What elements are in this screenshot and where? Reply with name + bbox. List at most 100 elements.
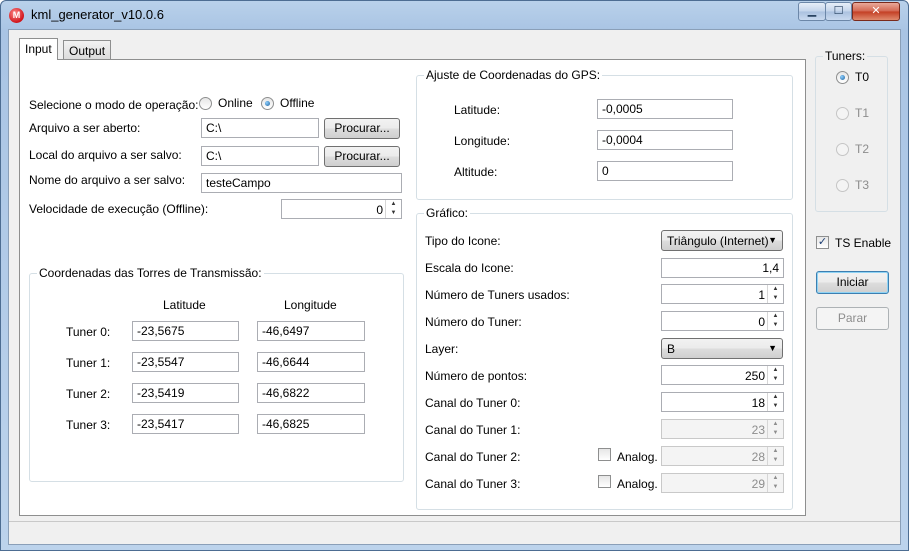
save-location-field[interactable]: C:\ — [201, 146, 319, 166]
gps-altitude-label: Altitude: — [454, 165, 498, 179]
mode-online-label: Online — [218, 96, 253, 110]
tuner0-label: Tuner 0: — [66, 325, 111, 339]
app-window: M kml_generator_v10.0.6 ▁ ☐ ✕ Input Outp… — [0, 0, 909, 551]
minimize-button[interactable]: ▁ — [798, 2, 826, 21]
channel0-value: 18 — [751, 396, 765, 410]
tab-output[interactable]: Output — [63, 40, 112, 59]
save-location-label: Local do arquivo a ser salvo: — [29, 148, 182, 162]
channel1-value: 23 — [751, 423, 765, 437]
channel3-analog-label: Analog. — [617, 477, 658, 491]
tuner2-label: Tuner 2: — [66, 387, 111, 401]
channel2-arrows: ▲ ▼ — [767, 447, 783, 465]
tuner-t2-label: T2 — [855, 142, 870, 156]
spin-down-icon[interactable]: ▼ — [768, 402, 783, 411]
channel2-analog-checkbox[interactable] — [598, 448, 611, 461]
speed-stepper-arrows[interactable]: ▲ ▼ — [385, 200, 401, 218]
tuner3-longitude-field[interactable]: -46,6825 — [257, 414, 365, 434]
channel0-arrows[interactable]: ▲ ▼ — [767, 393, 783, 411]
save-name-label: Nome do arquivo a ser salvo: — [29, 173, 186, 187]
tuner1-latitude-field[interactable]: -23,5547 — [132, 352, 239, 372]
channel2-label: Canal do Tuner 2: — [425, 450, 521, 464]
channel2-analog-label: Analog. — [617, 450, 658, 464]
spin-up-icon[interactable]: ▲ — [768, 312, 783, 321]
channel2-value: 28 — [751, 450, 765, 464]
channel3-arrows: ▲ ▼ — [767, 474, 783, 492]
spin-down-icon[interactable]: ▼ — [768, 375, 783, 384]
gps-longitude-label: Longitude: — [454, 134, 511, 148]
towers-longitude-header: Longitude — [284, 298, 337, 312]
channel1-label: Canal do Tuner 1: — [425, 423, 521, 437]
channel3-label: Canal do Tuner 3: — [425, 477, 521, 491]
layer-dropdown[interactable]: B ▼ — [661, 338, 783, 359]
mode-label: Selecione o modo de operação: — [29, 98, 199, 112]
tuner0-longitude-field[interactable]: -46,6497 — [257, 321, 365, 341]
tuner-number-label: Número do Tuner: — [425, 315, 522, 329]
gps-group: Ajuste de Coordenadas do GPS: Latitude: … — [416, 68, 793, 200]
towers-group-title: Coordenadas das Torres de Transmissão: — [37, 266, 264, 280]
start-button[interactable]: Iniciar — [816, 271, 889, 294]
tuners-group-title: Tuners: — [823, 49, 868, 63]
gps-latitude-field[interactable]: -0,0005 — [597, 99, 733, 119]
icon-type-dropdown[interactable]: Triângulo (Internet) ▼ — [661, 230, 783, 251]
open-file-label: Arquivo a ser aberto: — [29, 121, 141, 135]
tuner-t3-radio — [836, 179, 849, 192]
tuners-used-value: 1 — [758, 288, 765, 302]
ts-enable-checkbox[interactable]: ✓ — [816, 236, 829, 249]
graphic-group: Gráfico: Tipo do Icone: Triângulo (Inter… — [416, 206, 793, 510]
tuner3-latitude-field[interactable]: -23,5417 — [132, 414, 239, 434]
icon-scale-field[interactable]: 1,4 — [661, 258, 784, 278]
channel2-stepper: 28 ▲ ▼ — [661, 446, 784, 466]
tuner-t3-label: T3 — [855, 178, 870, 192]
tuners-used-stepper[interactable]: 1 ▲ ▼ — [661, 284, 784, 304]
tuners-used-arrows[interactable]: ▲ ▼ — [767, 285, 783, 303]
stop-button: Parar — [816, 307, 889, 330]
tuner1-longitude-field[interactable]: -46,6644 — [257, 352, 365, 372]
gps-altitude-field[interactable]: 0 — [597, 161, 733, 181]
gps-group-title: Ajuste de Coordenadas do GPS: — [424, 68, 603, 82]
spin-down-icon[interactable]: ▼ — [768, 321, 783, 330]
spin-up-icon[interactable]: ▲ — [768, 285, 783, 294]
spin-up-icon[interactable]: ▲ — [386, 200, 401, 209]
tuner2-longitude-field[interactable]: -46,6822 — [257, 383, 365, 403]
browse-open-button[interactable]: Procurar... — [324, 118, 400, 139]
save-name-field[interactable]: testeCampo — [201, 173, 402, 193]
icon-type-value: Triângulo (Internet) — [667, 234, 769, 248]
speed-stepper[interactable]: 0 ▲ ▼ — [281, 199, 402, 219]
maximize-button[interactable]: ☐ — [825, 2, 852, 21]
channel0-label: Canal do Tuner 0: — [425, 396, 521, 410]
towers-latitude-header: Latitude — [163, 298, 206, 312]
tuner-number-arrows[interactable]: ▲ ▼ — [767, 312, 783, 330]
tuner0-latitude-field[interactable]: -23,5675 — [132, 321, 239, 341]
channel3-stepper: 29 ▲ ▼ — [661, 473, 784, 493]
spin-up-icon[interactable]: ▲ — [768, 393, 783, 402]
chevron-down-icon: ▼ — [768, 235, 777, 245]
browse-save-button[interactable]: Procurar... — [324, 146, 400, 167]
channel0-stepper[interactable]: 18 ▲ ▼ — [661, 392, 784, 412]
title-bar[interactable]: M kml_generator_v10.0.6 ▁ ☐ ✕ — [1, 1, 908, 29]
tuner3-label: Tuner 3: — [66, 418, 111, 432]
icon-type-label: Tipo do Icone: — [425, 234, 501, 248]
spin-down-icon: ▼ — [772, 430, 779, 436]
ts-enable-label: TS Enable — [835, 236, 892, 250]
spin-down-icon[interactable]: ▼ — [768, 294, 783, 303]
channel3-analog-checkbox[interactable] — [598, 475, 611, 488]
close-button[interactable]: ✕ — [852, 2, 900, 21]
points-stepper[interactable]: 250 ▲ ▼ — [661, 365, 784, 385]
channel1-arrows: ▲ ▼ — [767, 420, 783, 438]
gps-longitude-field[interactable]: -0,0004 — [597, 130, 733, 150]
spin-up-icon: ▲ — [772, 475, 779, 481]
tuners-group: Tuners: T0 T1 T2 T3 — [815, 49, 888, 212]
tuner-t1-label: T1 — [855, 106, 870, 120]
app-logo-icon: M — [9, 8, 24, 23]
layer-value: B — [667, 342, 676, 356]
tab-input[interactable]: Input — [19, 38, 58, 60]
spin-up-icon[interactable]: ▲ — [768, 366, 783, 375]
points-arrows[interactable]: ▲ ▼ — [767, 366, 783, 384]
mode-online-radio[interactable] — [199, 97, 212, 110]
mode-offline-radio[interactable] — [261, 97, 274, 110]
tuner-number-stepper[interactable]: 0 ▲ ▼ — [661, 311, 784, 331]
tuner-t0-radio[interactable] — [836, 71, 849, 84]
open-file-field[interactable]: C:\ — [201, 118, 319, 138]
tuner2-latitude-field[interactable]: -23,5419 — [132, 383, 239, 403]
spin-down-icon[interactable]: ▼ — [386, 209, 401, 218]
